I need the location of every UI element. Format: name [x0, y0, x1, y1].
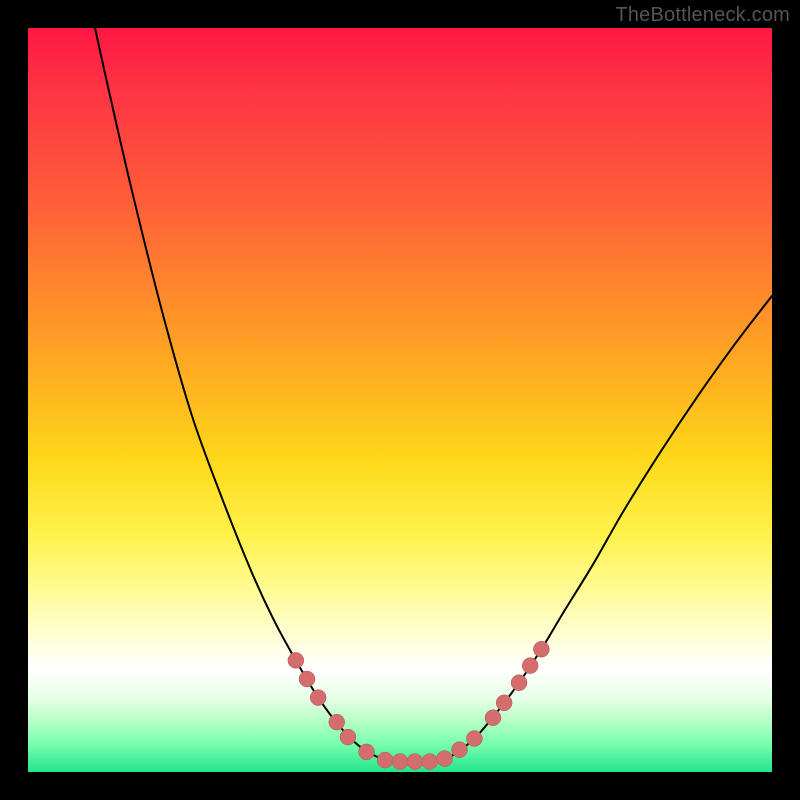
curve-marker: [340, 729, 356, 745]
curve-marker: [522, 658, 538, 674]
curve-marker: [437, 751, 453, 767]
curve-svg: [28, 28, 772, 772]
curve-marker: [288, 652, 304, 668]
curve-marker: [533, 641, 549, 657]
bottleneck-curve: [95, 28, 772, 762]
plot-area: [28, 28, 772, 772]
curve-marker: [377, 752, 393, 768]
curve-markers: [288, 641, 550, 769]
curve-marker: [392, 754, 408, 770]
curve-marker: [299, 671, 315, 687]
chart-frame: TheBottleneck.com: [0, 0, 800, 800]
curve-marker: [407, 754, 423, 770]
curve-marker: [496, 695, 512, 711]
watermark-text: TheBottleneck.com: [615, 4, 790, 27]
curve-marker: [466, 731, 482, 747]
curve-marker: [452, 742, 468, 758]
curve-marker: [359, 744, 375, 760]
curve-marker: [310, 690, 326, 706]
curve-marker: [422, 754, 438, 770]
curve-marker: [485, 710, 501, 726]
curve-marker: [511, 675, 527, 691]
curve-marker: [329, 714, 345, 730]
